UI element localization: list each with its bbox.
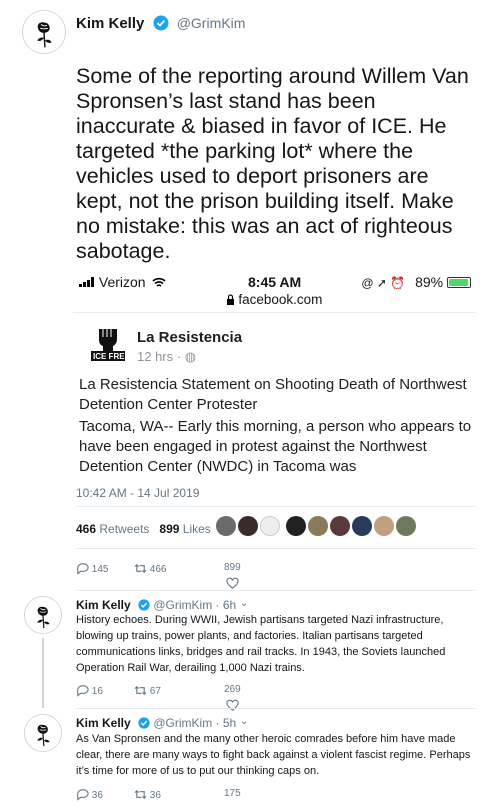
verified-badge-icon	[153, 15, 169, 31]
rose-avatar-icon	[23, 11, 65, 53]
liker-avatar[interactable]	[216, 516, 236, 536]
chevron-down-icon[interactable]: ⌄	[240, 598, 248, 609]
battery: @ ➚ ⏰ 89%	[361, 274, 471, 290]
status-bar: Verizon 8:45 AM @ ➚ ⏰ 89%	[73, 268, 475, 290]
like-button[interactable]: 899	[224, 562, 241, 590]
post-title: La Resistencia Statement on Shooting Dea…	[79, 376, 467, 413]
attached-image[interactable]: Verizon 8:45 AM @ ➚ ⏰ 89% facebook.com I…	[73, 268, 475, 508]
likes-count-link[interactable]: 899 Likes	[159, 522, 210, 536]
wifi-icon	[152, 277, 167, 287]
like-icon	[226, 699, 239, 712]
fist-icon: ICE FREE	[91, 329, 131, 361]
reply-icon	[76, 684, 89, 697]
liker-avatar[interactable]	[238, 516, 258, 536]
tweet-text: Some of the reporting around Willem Van …	[76, 64, 469, 263]
like-icon	[226, 577, 239, 590]
logo-text: ICE FREE	[93, 352, 127, 361]
rose-avatar-icon	[25, 597, 61, 633]
status-icons: @ ➚ ⏰	[361, 276, 406, 290]
retweet-button[interactable]: 466	[134, 562, 166, 575]
retweet-icon	[134, 788, 147, 801]
rose-avatar-icon	[25, 715, 61, 751]
reply-button[interactable]: 36	[76, 788, 103, 801]
battery-icon	[447, 277, 471, 288]
reply-icon	[76, 788, 89, 801]
chevron-down-icon[interactable]: ⌄	[240, 716, 248, 727]
url-bar: facebook.com	[73, 292, 475, 307]
page-name: La Resistencia	[137, 329, 243, 346]
liker-avatar[interactable]	[260, 516, 280, 536]
reply-icon	[76, 562, 89, 575]
retweet-button[interactable]: 67	[134, 684, 161, 697]
author-handle[interactable]: @GrimKim	[177, 15, 246, 31]
retweet-icon	[134, 562, 147, 575]
liker-avatar[interactable]	[352, 516, 372, 536]
thread-line	[42, 638, 44, 708]
reply-button[interactable]: 145	[76, 562, 108, 575]
verified-badge-icon	[138, 717, 150, 729]
liker-avatar[interactable]	[396, 516, 416, 536]
reply-button[interactable]: 16	[76, 684, 103, 697]
liker-avatar[interactable]	[286, 516, 306, 536]
reply-author[interactable]: Kim Kelly @GrimKim · 6h	[76, 598, 236, 612]
liker-avatar[interactable]	[374, 516, 394, 536]
divider	[76, 506, 476, 507]
divider	[76, 548, 476, 549]
reply-text: History echoes. During WWII, Jewish part…	[76, 614, 446, 674]
lock-icon	[226, 294, 234, 305]
signal-icon	[79, 277, 94, 287]
retweet-icon	[134, 684, 147, 697]
avatar[interactable]	[24, 596, 62, 634]
status-time: 8:45 AM	[248, 274, 302, 290]
divider	[76, 590, 476, 591]
post-body: Tacoma, WA-- Early this morning, a perso…	[79, 418, 472, 475]
verified-badge-icon	[138, 599, 150, 611]
avatar[interactable]	[22, 10, 66, 54]
divider	[76, 708, 476, 709]
liker-avatar[interactable]	[330, 516, 350, 536]
author-name[interactable]: Kim Kelly @GrimKim	[76, 15, 245, 32]
reply-text: As Van Spronsen and the many other heroi…	[76, 733, 471, 777]
facebook-post: ICE FREE La Resistencia 12 hrs · ◍ La Re…	[73, 312, 475, 475]
carrier: Verizon	[79, 274, 167, 290]
tweet-timestamp[interactable]: 10:42 AM - 14 Jul 2019	[76, 486, 199, 500]
avatar[interactable]	[24, 714, 62, 752]
engagement-counts: 466 Retweets 899 Likes	[76, 522, 211, 536]
liker-avatar[interactable]	[308, 516, 328, 536]
globe-icon: ◍	[184, 349, 197, 364]
page-time: 12 hrs · ◍	[137, 349, 197, 364]
retweet-button[interactable]: 36	[134, 788, 161, 801]
retweets-count-link[interactable]: 466 Retweets	[76, 522, 149, 536]
page-logo: ICE FREE	[89, 325, 131, 363]
like-button[interactable]: 175	[224, 788, 241, 799]
reply-author[interactable]: Kim Kelly @GrimKim · 5h	[76, 716, 236, 730]
